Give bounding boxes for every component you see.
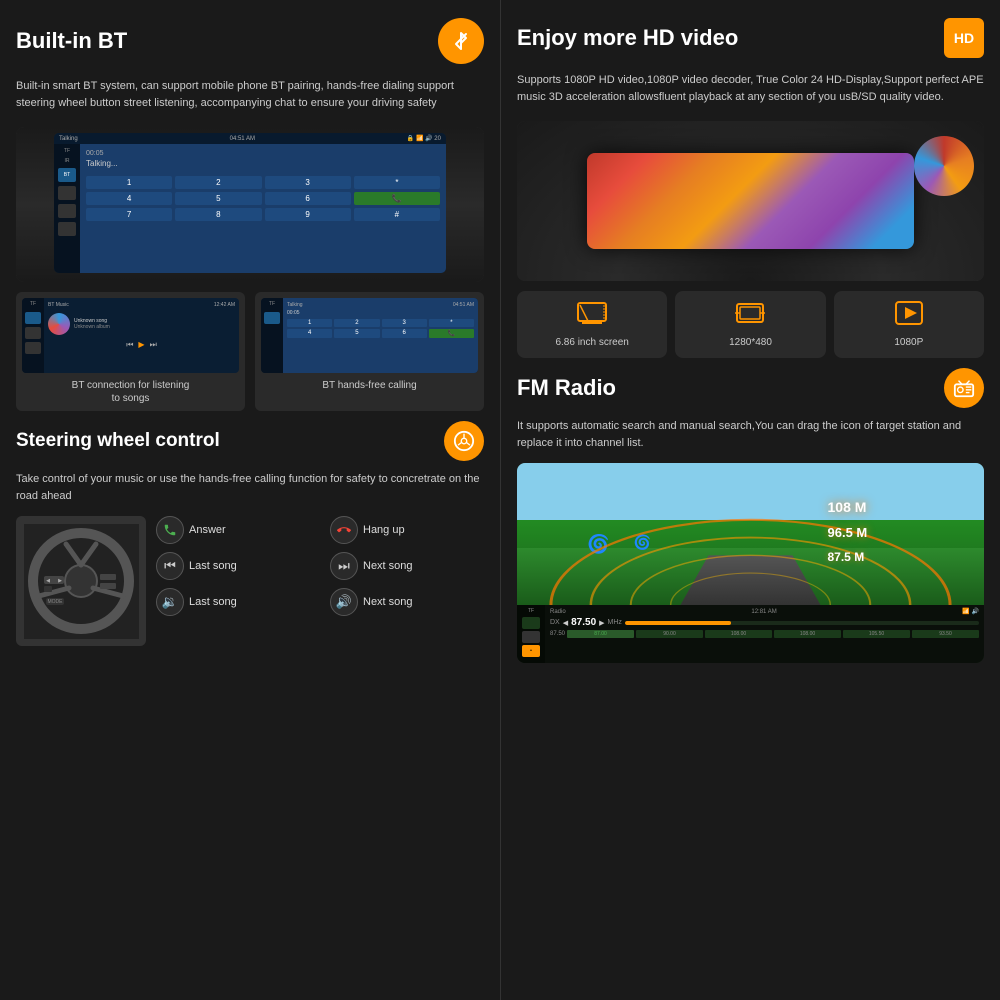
bluetooth-icon xyxy=(449,29,473,53)
screen-size-label: 6.86 inch screen xyxy=(555,337,628,348)
mini-screens-row: TF BT Music12:42 AM Unknown song Unknown… xyxy=(16,292,484,411)
feature-screen-size: 6.86 inch screen xyxy=(517,291,667,358)
bt-calling-label: BT hands-free calling xyxy=(322,379,416,392)
control-row-vol: 🔉 Last song 🔊 Next song xyxy=(156,588,484,616)
steering-content: ◀ ▶ MODE Ans xyxy=(16,516,484,646)
screen-size-icon xyxy=(577,301,607,331)
fm-description: It supports automatic search and manual … xyxy=(517,418,984,451)
steering-wheel-icon xyxy=(453,430,475,452)
radio-visual-display: 🌀 🌀 108 M 96.5 M 87.5 M xyxy=(517,463,984,663)
feature-cards: 6.86 inch screen 1280*480 10 xyxy=(517,291,984,358)
hd-title: Enjoy more HD video xyxy=(517,25,738,51)
svg-text:▶: ▶ xyxy=(58,578,62,584)
left-panel: Built-in BT Built-in smart BT system, ca… xyxy=(0,0,500,1000)
car-interior-display xyxy=(517,121,984,281)
vol-down-label: Last song xyxy=(189,596,237,608)
hd-badge: HD xyxy=(944,18,984,58)
bt-title: Built-in BT xyxy=(16,28,127,54)
steering-title: Steering wheel control xyxy=(16,430,220,452)
vol-up-control: 🔊 Next song xyxy=(330,588,484,616)
answer-label: Answer xyxy=(189,524,226,536)
feature-resolution: 1280*480 xyxy=(675,291,825,358)
music-sidebar: TF xyxy=(22,298,44,373)
steering-wheel-image: ◀ ▶ MODE xyxy=(16,516,146,646)
prev-song-skip-label: Last song xyxy=(189,560,237,572)
bt-calling-mini-screen: TF Talking04:51 AM 00:05 1 2 3 * 4 5 xyxy=(261,298,478,373)
hd-description: Supports 1080P HD video,1080P video deco… xyxy=(517,72,984,105)
1080p-label: 1080P xyxy=(894,337,923,348)
right-panel: Enjoy more HD video HD Supports 1080P HD… xyxy=(500,0,1000,1000)
bt-calling-screen-box: TF Talking04:51 AM 00:05 1 2 3 * 4 5 xyxy=(255,292,484,411)
control-row-answer: Answer Hang up xyxy=(156,516,484,544)
prev-song-skip-control: ⏮ Last song xyxy=(156,552,310,580)
hangup-label: Hang up xyxy=(363,524,405,536)
fm-icon-badge xyxy=(944,368,984,408)
hd-section-header: Enjoy more HD video HD xyxy=(517,18,984,58)
svg-text:MODE: MODE xyxy=(47,599,63,605)
next-song-skip-icon: ⏭ xyxy=(330,552,358,580)
bt-music-screen: TF BT Music12:42 AM Unknown song Unknown… xyxy=(22,298,239,373)
steering-header: Steering wheel control xyxy=(16,421,484,461)
control-row-skip: ⏮ Last song ⏭ Next song xyxy=(156,552,484,580)
play-icon xyxy=(895,301,923,331)
album-art xyxy=(48,313,70,335)
hangup-icon xyxy=(330,516,358,544)
next-song-skip-label: Next song xyxy=(363,560,413,572)
bt-section-header: Built-in BT xyxy=(16,18,484,64)
radio-icon xyxy=(953,377,975,399)
steering-section: Steering wheel control Take control of y… xyxy=(16,421,484,646)
svg-text:◀: ◀ xyxy=(46,578,50,584)
bt-music-label: BT connection for listening to songs xyxy=(72,379,190,405)
hangup-control: Hang up xyxy=(330,516,484,544)
prev-song-skip-icon: ⏮ xyxy=(156,552,184,580)
bt-icon-badge xyxy=(438,18,484,64)
radio-screen: TF • Radio 12:81 AM 📶 🔊 DX ◀ xyxy=(517,605,984,663)
fm-section: FM Radio It supports automatic search an… xyxy=(517,368,984,663)
fm-title: FM Radio xyxy=(517,375,616,401)
bt-music-screen-box: TF BT Music12:42 AM Unknown song Unknown… xyxy=(16,292,245,411)
steering-wheel-svg: ◀ ▶ MODE xyxy=(24,524,139,639)
vol-up-label: Next song xyxy=(363,596,413,608)
bt-description: Built-in smart BT system, can support mo… xyxy=(16,78,484,111)
fm-section-header: FM Radio xyxy=(517,368,984,408)
answer-icon xyxy=(156,516,184,544)
vol-down-icon: 🔉 xyxy=(156,588,184,616)
vol-up-icon: 🔊 xyxy=(330,588,358,616)
bt-calling-screen: Talking 04:51 AM 🔒 📶 🔊 20 TF IR BT xyxy=(16,127,484,282)
resolution-icon xyxy=(735,301,765,331)
next-song-skip-control: ⏭ Next song xyxy=(330,552,484,580)
answer-control: Answer xyxy=(156,516,310,544)
steering-icon-badge xyxy=(444,421,484,461)
music-main-area: BT Music12:42 AM Unknown song Unknown al… xyxy=(44,298,239,373)
steering-description: Take control of your music or use the ha… xyxy=(16,471,484,504)
feature-1080p: 1080P xyxy=(834,291,984,358)
vol-down-control: 🔉 Last song xyxy=(156,588,310,616)
steering-controls-list: Answer Hang up ⏮ Last s xyxy=(156,516,484,616)
resolution-label: 1280*480 xyxy=(729,337,772,348)
calling-sidebar: TF xyxy=(261,298,283,373)
